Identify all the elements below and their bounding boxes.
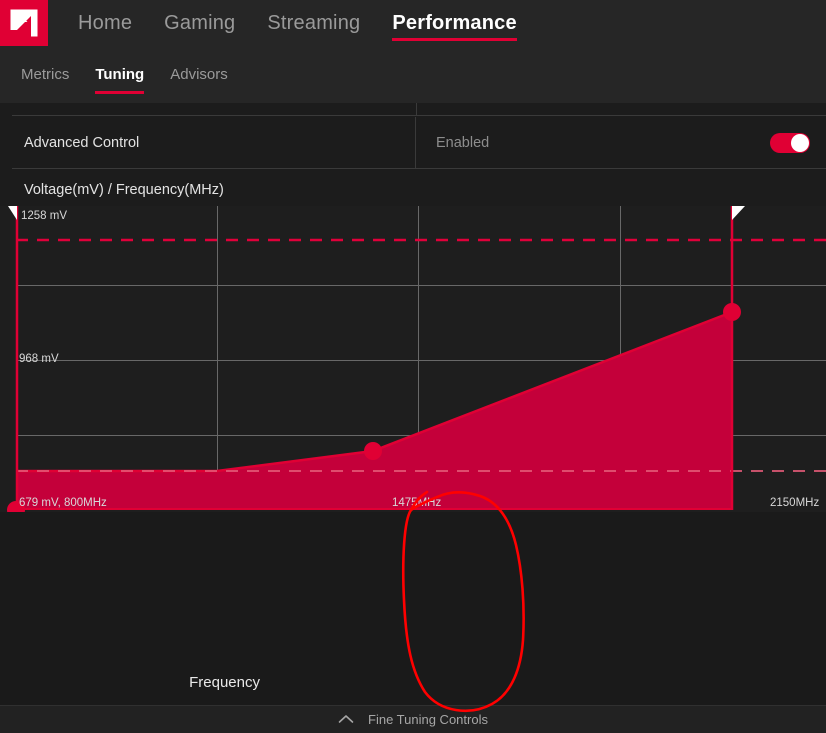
top-navigation-bar: Home Gaming Streaming Performance — [0, 0, 826, 46]
nav-item-performance[interactable]: Performance — [376, 0, 532, 46]
tab-advisors[interactable]: Advisors — [157, 46, 241, 103]
advanced-control-state-text: Enabled — [436, 134, 490, 151]
fine-tuning-controls-label: Fine Tuning Controls — [368, 712, 488, 727]
fine-tuning-controls-footer[interactable]: Fine Tuning Controls — [0, 705, 826, 733]
amd-logo-icon[interactable] — [0, 0, 48, 46]
frequency-row-label: Frequency — [189, 674, 260, 691]
advanced-control-toggle[interactable] — [770, 132, 810, 153]
chart-svg — [0, 206, 826, 512]
chart-point-state-2[interactable] — [723, 303, 741, 321]
row-divider — [416, 103, 417, 115]
tab-tuning[interactable]: Tuning — [82, 46, 157, 103]
nav-item-gaming[interactable]: Gaming — [148, 0, 251, 46]
chart-point-state-1[interactable] — [364, 442, 382, 460]
toggle-knob-icon — [791, 133, 809, 152]
voltage-frequency-section-header: Voltage(mV) / Frequency(MHz) — [12, 170, 826, 210]
nav-item-streaming[interactable]: Streaming — [251, 0, 376, 46]
tab-metrics[interactable]: Metrics — [8, 46, 82, 103]
tuning-content-panel: Advanced Control Enabled Voltage(mV) / F… — [0, 103, 826, 733]
nav-item-home[interactable]: Home — [62, 0, 148, 46]
advanced-control-label: Advanced Control — [12, 116, 416, 169]
voltage-frequency-label: Voltage(mV) / Frequency(MHz) — [24, 182, 224, 198]
top-nav-items: Home Gaming Streaming Performance — [48, 0, 533, 46]
chevron-up-glyph — [338, 715, 354, 723]
advanced-control-value-cell: Enabled — [416, 132, 826, 153]
sub-navigation-bar: Metrics Tuning Advisors — [0, 46, 826, 103]
amd-arrow-glyph — [10, 9, 38, 37]
fine-tuning-knob-panel: Frequency 800 1399 1999 Voltage — [0, 512, 826, 733]
voltage-frequency-curve-chart[interactable]: 1258 mV 968 mV 679 mV, 800MHz 1475MHz 21… — [0, 206, 826, 512]
partial-row-above — [12, 103, 826, 116]
advanced-control-row: Advanced Control Enabled — [12, 116, 826, 169]
chevron-up-icon — [338, 713, 354, 726]
